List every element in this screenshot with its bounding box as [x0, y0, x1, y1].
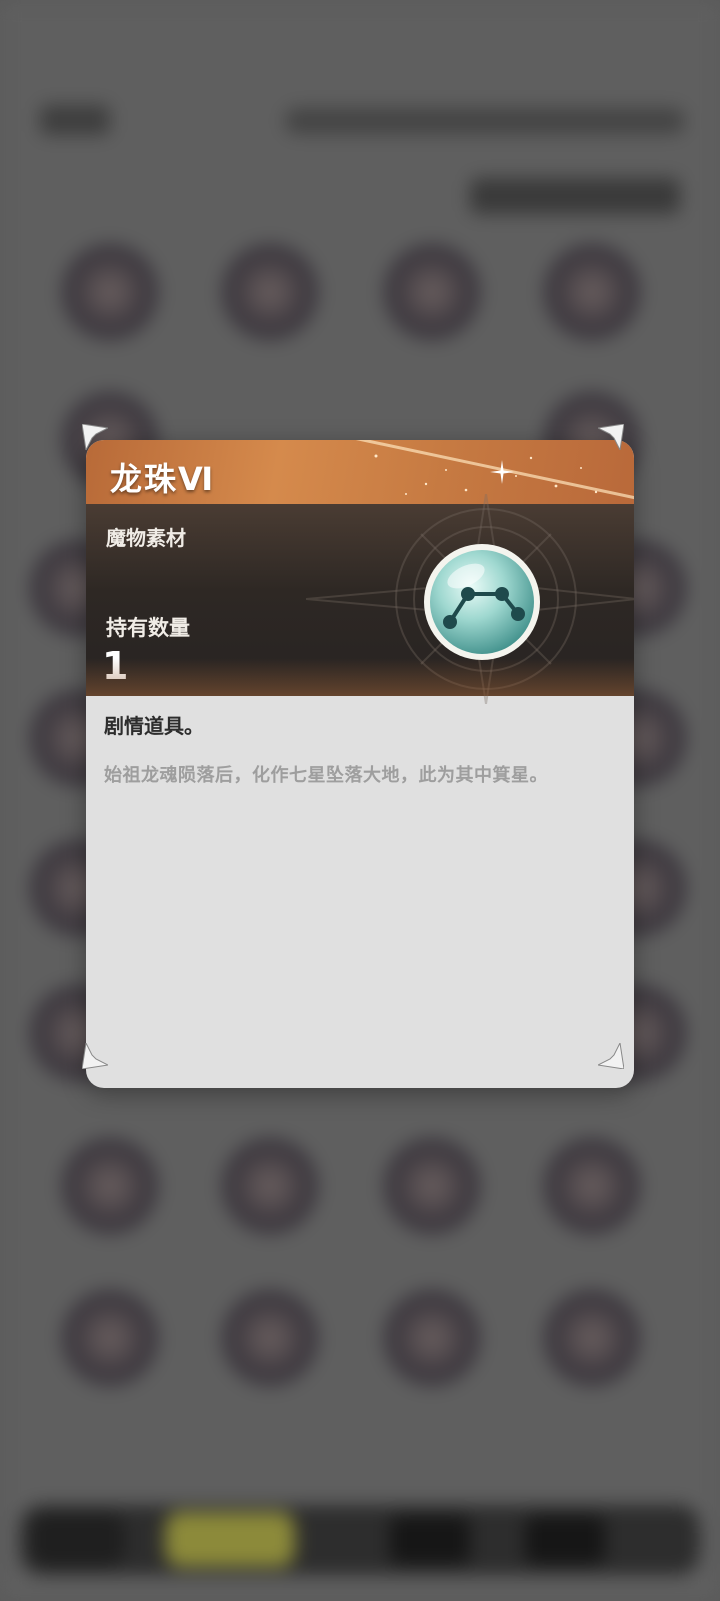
hold-quantity-label: 持有数量	[106, 616, 190, 640]
dragon-orb-icon	[424, 544, 540, 660]
item-description: 剧情道具。 始祖龙魂陨落后，化作七星坠落大地，此为其中箕星。	[104, 710, 619, 787]
background-item-slot	[62, 244, 158, 340]
background-item-slot	[222, 1138, 318, 1234]
item-detail-card: 龙珠Ⅵ 魔物素材 持有数量 1 剧情道具。 始祖龙魂陨落后，化作七星坠落大地，此…	[86, 440, 634, 1088]
corner-ornament-icon	[82, 1043, 108, 1069]
background-item-slot	[544, 1290, 640, 1386]
background-item-slot	[62, 1290, 158, 1386]
description-body: 始祖龙魂陨落后，化作七星坠落大地，此为其中箕星。	[104, 765, 548, 786]
background-bottom-button	[390, 1515, 470, 1565]
item-title: 龙珠Ⅵ	[110, 460, 216, 498]
background-item-slot	[222, 1290, 318, 1386]
background-item-slot	[384, 244, 480, 340]
hold-quantity-value: 1	[102, 644, 129, 688]
stardust-decoration	[374, 454, 598, 495]
background-currency-bar	[285, 108, 685, 134]
corner-ornament-icon	[82, 424, 108, 450]
item-category: 魔物素材	[106, 526, 186, 550]
background-item-slot	[384, 1138, 480, 1234]
background-item-slot	[222, 244, 318, 340]
background-bottom-button	[30, 1512, 125, 1567]
corner-ornament-icon	[598, 1043, 624, 1069]
background-item-slot	[544, 1138, 640, 1234]
background-filter-button	[470, 178, 680, 214]
background-back-button	[40, 105, 110, 135]
background-item-slot	[62, 1138, 158, 1234]
background-item-slot	[384, 1290, 480, 1386]
background-bottom-button	[165, 1512, 295, 1567]
sparkle-icon	[490, 460, 514, 484]
item-info-panel: 魔物素材 持有数量 1	[86, 494, 634, 704]
description-title: 剧情道具。	[104, 714, 204, 738]
background-bottom-button	[525, 1515, 605, 1565]
background-item-slot	[544, 244, 640, 340]
corner-ornament-icon	[598, 424, 624, 450]
